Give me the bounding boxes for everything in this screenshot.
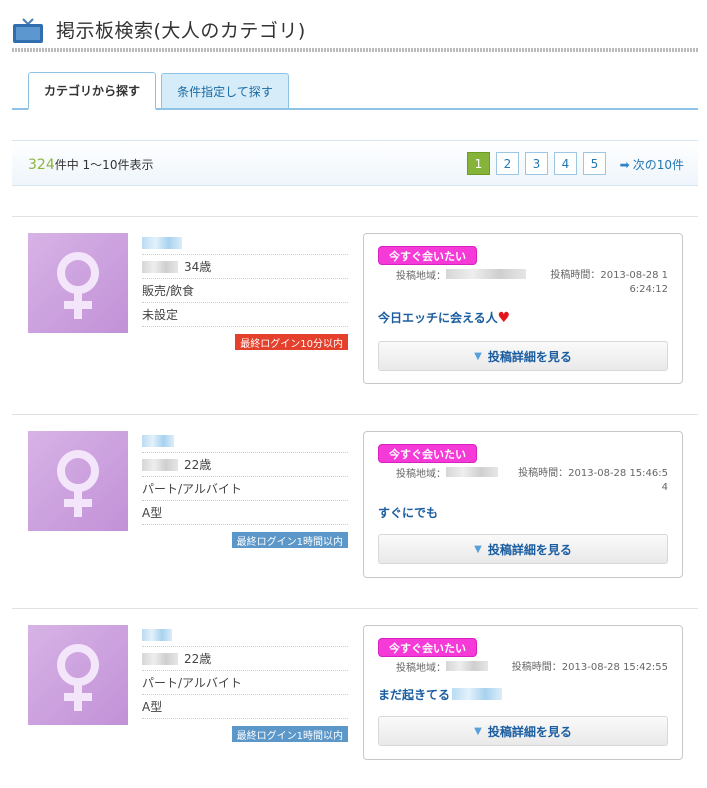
post-detail-button[interactable]: ▼ 投稿詳細を見る xyxy=(378,341,668,371)
post-time: 投稿時間：2013-08-28 15:42:55 xyxy=(511,662,668,673)
post-category-badge: 今すぐ会いたい xyxy=(378,444,477,463)
post-detail-button[interactable]: ▼ 投稿詳細を見る xyxy=(378,716,668,746)
profile-job: パート/アルバイト xyxy=(142,477,348,501)
tab-conditions[interactable]: 条件指定して探す xyxy=(161,73,289,109)
post-title[interactable]: まだ起きてる xyxy=(378,686,508,703)
masked-area xyxy=(142,458,178,471)
login-status-badge: 最終ログイン1時間以内 xyxy=(231,532,348,548)
list-item: 34歳 販売/飲食 未設定 最終ログイン10分以内 今すぐ会いたい 投稿地域： … xyxy=(12,216,698,410)
profile-age: 34歳 xyxy=(184,260,212,274)
post-card: 今すぐ会いたい 投稿地域： 投稿時間：2013-08-28 15:46:5 4 す… xyxy=(363,431,683,578)
masked-area xyxy=(446,661,488,671)
masked-title xyxy=(452,688,503,700)
post-area: 投稿地域： xyxy=(396,467,504,482)
heart-icon: ♥ xyxy=(497,310,511,326)
profile-age-row: 22歳 xyxy=(142,647,348,671)
post-category-badge: 今すぐ会いたい xyxy=(378,246,477,265)
result-summary: 件中 1〜10件表示 xyxy=(54,158,154,172)
arrow-down-icon: ▼ xyxy=(474,350,482,362)
arrow-right-icon: ➡ xyxy=(619,158,630,172)
next-page-link[interactable]: ➡ 次の10件 xyxy=(620,156,684,173)
tab-category[interactable]: カテゴリから探す xyxy=(28,72,156,110)
profile-info: 22歳 パート/アルバイト A型 xyxy=(142,429,348,525)
masked-area xyxy=(142,260,178,273)
profile-age: 22歳 xyxy=(184,652,212,666)
page-button-5[interactable]: 5 xyxy=(583,152,606,175)
masked-name xyxy=(142,434,174,447)
masked-area xyxy=(142,652,178,665)
page-title: 掲示板検索(大人のカテゴリ) xyxy=(56,20,306,42)
profile-age-row: 22歳 xyxy=(142,453,348,477)
page-button-2[interactable]: 2 xyxy=(496,152,519,175)
pagination: 1 2 3 4 5 xyxy=(467,152,606,175)
female-symbol-icon xyxy=(57,450,99,517)
list-item: 22歳 パート/アルバイト A型 最終ログイン1時間以内 今すぐ会いたい 投稿地… xyxy=(12,608,698,788)
pager-bar: 324件中 1〜10件表示 1 2 3 4 5 ➡ 次の10件 xyxy=(12,140,698,186)
avatar[interactable] xyxy=(28,625,128,725)
profile-job: 販売/飲食 xyxy=(142,279,348,303)
profile-info: 34歳 販売/飲食 未設定 xyxy=(142,231,348,327)
masked-name xyxy=(142,236,182,249)
post-area: 投稿地域： xyxy=(396,269,532,284)
result-total: 324 xyxy=(28,157,55,173)
profile-age-row: 34歳 xyxy=(142,255,348,279)
profile-job: パート/アルバイト xyxy=(142,671,348,695)
masked-area xyxy=(446,467,498,477)
profile-blood: 未設定 xyxy=(142,303,348,327)
profile-blood: A型 xyxy=(142,695,348,719)
profile-name[interactable] xyxy=(142,623,348,647)
login-status-badge: 最終ログイン10分以内 xyxy=(235,334,348,350)
profile-age: 22歳 xyxy=(184,458,212,472)
arrow-down-icon: ▼ xyxy=(474,725,482,737)
avatar[interactable] xyxy=(28,233,128,333)
profile-name[interactable] xyxy=(142,231,348,255)
page-button-3[interactable]: 3 xyxy=(525,152,548,175)
post-time: 投稿時間：2013-08-28 15:46:5 4 xyxy=(518,468,668,493)
post-area: 投稿地域： xyxy=(396,661,494,676)
list-item: 22歳 パート/アルバイト A型 最終ログイン1時間以内 今すぐ会いたい 投稿地… xyxy=(12,414,698,608)
profile-info: 22歳 パート/アルバイト A型 xyxy=(142,623,348,719)
page-header: 掲示板検索(大人のカテゴリ) xyxy=(12,12,698,52)
post-card: 今すぐ会いたい 投稿地域： 投稿時間：2013-08-28 15:42:55 ま… xyxy=(363,625,683,760)
result-count: 324件中 1〜10件表示 xyxy=(28,156,153,173)
post-card: 今すぐ会いたい 投稿地域： 投稿時間：2013-08-28 1 6:24:12 今… xyxy=(363,233,683,384)
post-category-badge: 今すぐ会いたい xyxy=(378,638,477,657)
female-symbol-icon xyxy=(57,644,99,711)
header-divider xyxy=(12,48,698,52)
search-tabs: カテゴリから探す 条件指定して探す xyxy=(12,72,698,110)
next-page-label: 次の10件 xyxy=(632,158,684,172)
post-detail-button[interactable]: ▼ 投稿詳細を見る xyxy=(378,534,668,564)
page-button-1[interactable]: 1 xyxy=(467,152,490,175)
post-title[interactable]: すぐにでも xyxy=(378,504,438,521)
tv-icon xyxy=(13,18,43,43)
page-button-4[interactable]: 4 xyxy=(554,152,577,175)
masked-area xyxy=(446,269,526,279)
avatar[interactable] xyxy=(28,431,128,531)
post-time: 投稿時間：2013-08-28 1 6:24:12 xyxy=(550,270,668,295)
masked-name xyxy=(142,628,172,641)
profile-name[interactable] xyxy=(142,429,348,453)
profile-blood: A型 xyxy=(142,501,348,525)
arrow-down-icon: ▼ xyxy=(474,543,482,555)
login-status-badge: 最終ログイン1時間以内 xyxy=(231,726,348,742)
post-title[interactable]: 今日エッチに会える人♥ xyxy=(378,309,510,326)
female-symbol-icon xyxy=(57,252,99,319)
